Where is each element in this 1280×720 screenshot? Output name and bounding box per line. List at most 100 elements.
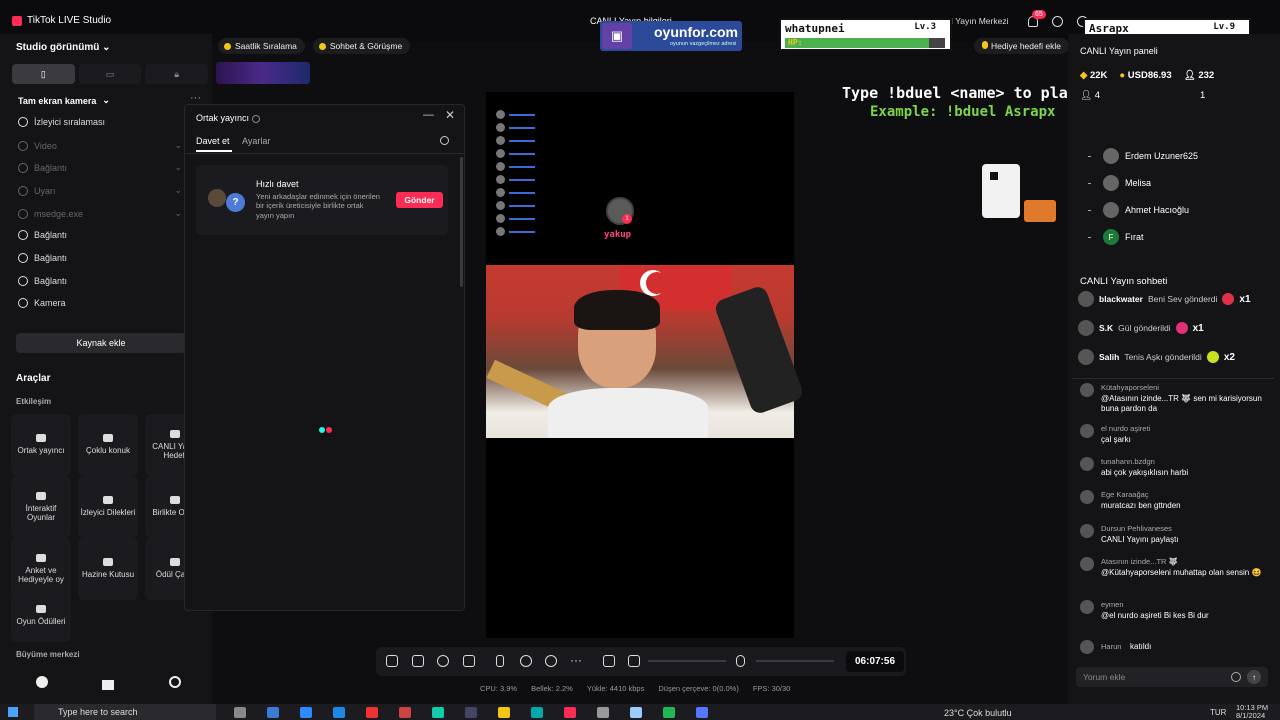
- gift-icon[interactable]: [102, 680, 114, 690]
- top-viewer-item[interactable]: Erdem Uzuner625: [1088, 148, 1198, 164]
- guest-name: yakup: [604, 230, 632, 240]
- taskbar-app-icon[interactable]: [696, 707, 708, 718]
- layout-icon[interactable]: [412, 655, 424, 667]
- source-item[interactable]: Bağlantı ⌄: [18, 162, 182, 173]
- chat-message[interactable]: Ege Karaağaç muratcazı ben gttnden: [1080, 490, 1270, 520]
- taskbar-app-icon[interactable]: [432, 707, 444, 718]
- more-icon[interactable]: ···: [190, 92, 201, 104]
- tool-button[interactable]: Ortak yayıncı: [11, 414, 71, 476]
- taskbar-app-icon[interactable]: [234, 707, 246, 718]
- add-source-button[interactable]: Kaynak ekle: [16, 333, 186, 353]
- source-item[interactable]: Bağlantı: [18, 276, 182, 286]
- landscape-view-button[interactable]: ▭: [78, 64, 142, 84]
- chat-message[interactable]: Kütahyaporseleni @Atasının izinde...TR 🐺 …: [1080, 383, 1270, 413]
- chat-user: Ege Karaağaç: [1101, 490, 1149, 499]
- tab-divider: [185, 153, 464, 154]
- studio-view-dropdown[interactable]: Studio görünümü ⌄: [16, 42, 111, 53]
- chat-message[interactable]: el nurdo aşireti çal şarkı: [1080, 424, 1270, 454]
- portrait-view-button[interactable]: ▯: [12, 64, 75, 84]
- mixer-icon[interactable]: [603, 655, 615, 667]
- source-item[interactable]: İzleyici sıralaması: [18, 117, 182, 127]
- send-arrow-icon[interactable]: ↑: [1247, 670, 1261, 684]
- chat-message[interactable]: Harun katıldı: [1080, 640, 1270, 670]
- chat-message[interactable]: Atasının izinde...TR 🐺 @Kütahyaporseleni …: [1080, 557, 1270, 587]
- tool-icon: [170, 429, 180, 438]
- gift-item: S.K Gül gönderildi x1: [1078, 320, 1204, 336]
- gift-user: blackwater: [1099, 294, 1143, 304]
- ai-effects-icon[interactable]: [437, 655, 449, 667]
- capture-icon[interactable]: [545, 655, 557, 667]
- mic-slider[interactable]: [756, 660, 834, 662]
- record-icon[interactable]: [520, 655, 532, 667]
- ranking-bar: [509, 165, 535, 168]
- more-icon[interactable]: ···: [570, 653, 582, 667]
- volume-icon[interactable]: [628, 655, 640, 667]
- gift-goal-chip[interactable]: Hediye hedefi ekle: [974, 38, 1069, 54]
- language-indicator[interactable]: TUR: [1210, 708, 1226, 717]
- growth-tool-icon[interactable]: [36, 676, 48, 688]
- taskbar-app-icon[interactable]: [333, 707, 345, 718]
- microphone-icon[interactable]: [736, 655, 745, 667]
- tool-button[interactable]: Hazine Kutusu: [78, 538, 138, 600]
- scrollbar[interactable]: [460, 157, 463, 287]
- tool-button[interactable]: Oyun Ödülleri: [11, 590, 71, 642]
- search-icon[interactable]: [440, 136, 449, 145]
- tab-invite[interactable]: Davet et: [196, 136, 230, 146]
- target-icon[interactable]: [169, 676, 181, 688]
- source-item[interactable]: Uyarı ⌄: [18, 185, 182, 196]
- phone-icon[interactable]: [496, 655, 504, 667]
- weather[interactable]: 23°C Çok bulutlu: [944, 708, 1012, 718]
- taskbar-search[interactable]: Type here to search: [34, 704, 216, 720]
- windows-start-icon[interactable]: [8, 707, 18, 717]
- avatar: F: [1103, 229, 1119, 245]
- likes-stat: ◆ 22K: [1080, 70, 1107, 81]
- source-item[interactable]: Bağlantı: [18, 253, 182, 263]
- hourly-ranking-chip[interactable]: Saatlik Sıralama: [218, 38, 305, 54]
- chat-meet-chip[interactable]: Sohbet & Görüşme: [312, 38, 411, 54]
- taskbar-app-icon[interactable]: [366, 707, 378, 718]
- avatar: [1103, 202, 1119, 218]
- help-icon[interactable]: [1052, 16, 1063, 27]
- tool-button[interactable]: Çoklu konuk: [78, 414, 138, 476]
- top-viewer-item[interactable]: Ahmet Hacıoğlu: [1088, 202, 1189, 218]
- source-item[interactable]: Kamera: [18, 298, 182, 308]
- quick-invite-title: Hızlı davet: [256, 179, 299, 189]
- chevron-down-icon: ⌄: [174, 185, 182, 195]
- source-item[interactable]: msedge.exe ⌄: [18, 208, 182, 219]
- chat-message[interactable]: Dursun Pehlivaneses CANLI Yayını paylaştı: [1080, 524, 1270, 554]
- tool-button[interactable]: İzleyici Dilekleri: [78, 476, 138, 538]
- chat-message[interactable]: tunahann.bzdgn abi çok yakışıklısın harbi: [1080, 457, 1270, 487]
- taskbar-app-icon[interactable]: [465, 707, 477, 718]
- add-media-icon[interactable]: [463, 655, 475, 667]
- tab-settings[interactable]: Ayarlar: [242, 136, 270, 146]
- taskbar-app-icon[interactable]: [564, 707, 576, 718]
- taskbar-app-icon[interactable]: [531, 707, 543, 718]
- source-item[interactable]: Video ⌄: [18, 140, 182, 151]
- magic-wand-icon[interactable]: [386, 655, 398, 667]
- emoji-icon[interactable]: [1231, 672, 1241, 682]
- close-icon[interactable]: ✕: [445, 108, 455, 122]
- promo-banner[interactable]: [216, 62, 310, 84]
- taskbar-app-icon[interactable]: [663, 707, 675, 718]
- volume-slider[interactable]: [648, 660, 726, 662]
- taskbar-app-icon[interactable]: [300, 707, 312, 718]
- chat-message[interactable]: eymen @el nurdo aşireti Bi kes Bi dur: [1080, 600, 1270, 630]
- chat-text: çal şarkı: [1101, 435, 1131, 444]
- send-invite-button[interactable]: Gönder: [396, 192, 443, 208]
- taskbar-app-icon[interactable]: [267, 707, 279, 718]
- minimize-icon[interactable]: —: [423, 109, 434, 121]
- source-item[interactable]: Bağlantı: [18, 230, 182, 240]
- top-chips: Saatlik Sıralama Sohbet & Görüşme: [218, 38, 411, 54]
- taskbar-app-icon[interactable]: [399, 707, 411, 718]
- taskbar-app-icon[interactable]: [597, 707, 609, 718]
- clock[interactable]: 10:13 PM 8/1/2024: [1236, 704, 1268, 719]
- taskbar-app-icon[interactable]: [498, 707, 510, 718]
- chevron-down-icon: ⌄: [174, 162, 182, 172]
- top-viewer-item[interactable]: F Fırat: [1088, 229, 1144, 245]
- scene-dropdown[interactable]: Tam ekran kamera ⌄: [18, 95, 110, 106]
- top-viewer-item[interactable]: Melisa: [1088, 175, 1151, 191]
- locked-view-button[interactable]: 🔒︎: [145, 64, 209, 84]
- taskbar-app-icon[interactable]: [630, 707, 642, 718]
- help-icon[interactable]: [251, 114, 260, 123]
- tool-button[interactable]: İnteraktif Oyunlar: [11, 476, 71, 538]
